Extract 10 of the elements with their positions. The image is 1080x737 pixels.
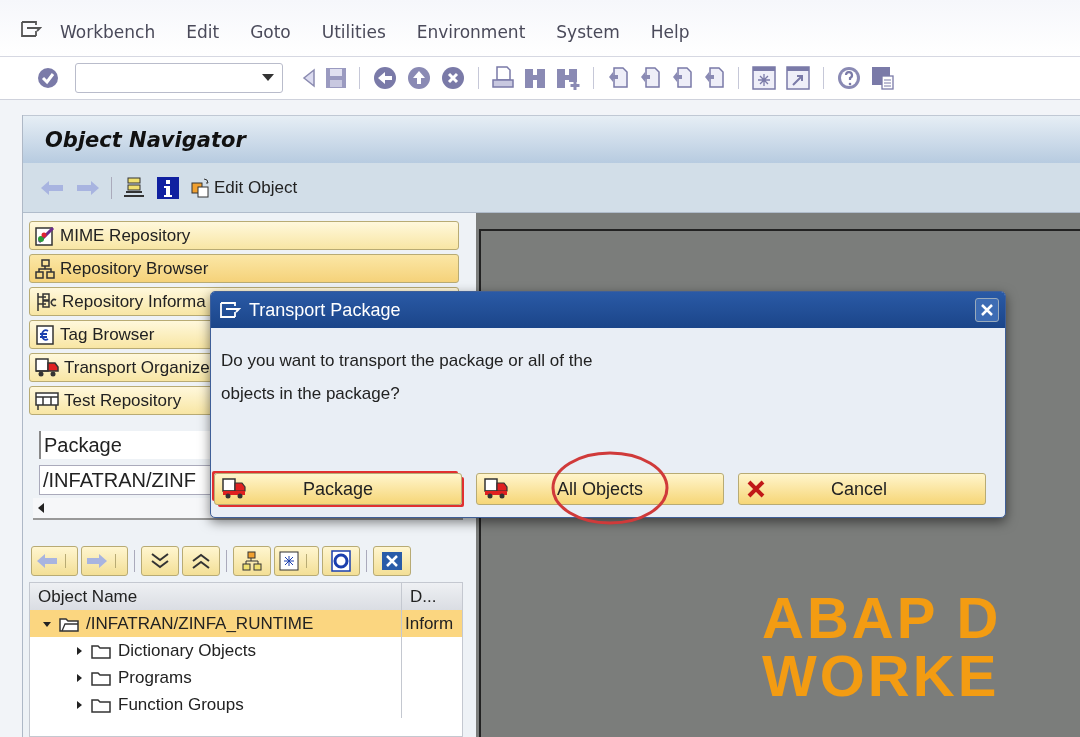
logo-text: ABAP D (762, 591, 1002, 645)
tree-node-description: Inform (405, 613, 454, 634)
tree-node-label: /INFATRAN/ZINFA_RUNTIME (86, 613, 314, 634)
dialog-message: Do you want to transport the package or all of the objects in the package? (221, 350, 594, 405)
tree-node-label: Programs (118, 667, 192, 688)
screen-title: Object Navigator (45, 127, 246, 152)
tree-node-label: Function Groups (118, 694, 244, 715)
dialog-title: Transport Package (249, 299, 402, 321)
logo-text: WORKE (762, 649, 1001, 703)
tree-node-label: Dictionary Objects (118, 640, 256, 661)
